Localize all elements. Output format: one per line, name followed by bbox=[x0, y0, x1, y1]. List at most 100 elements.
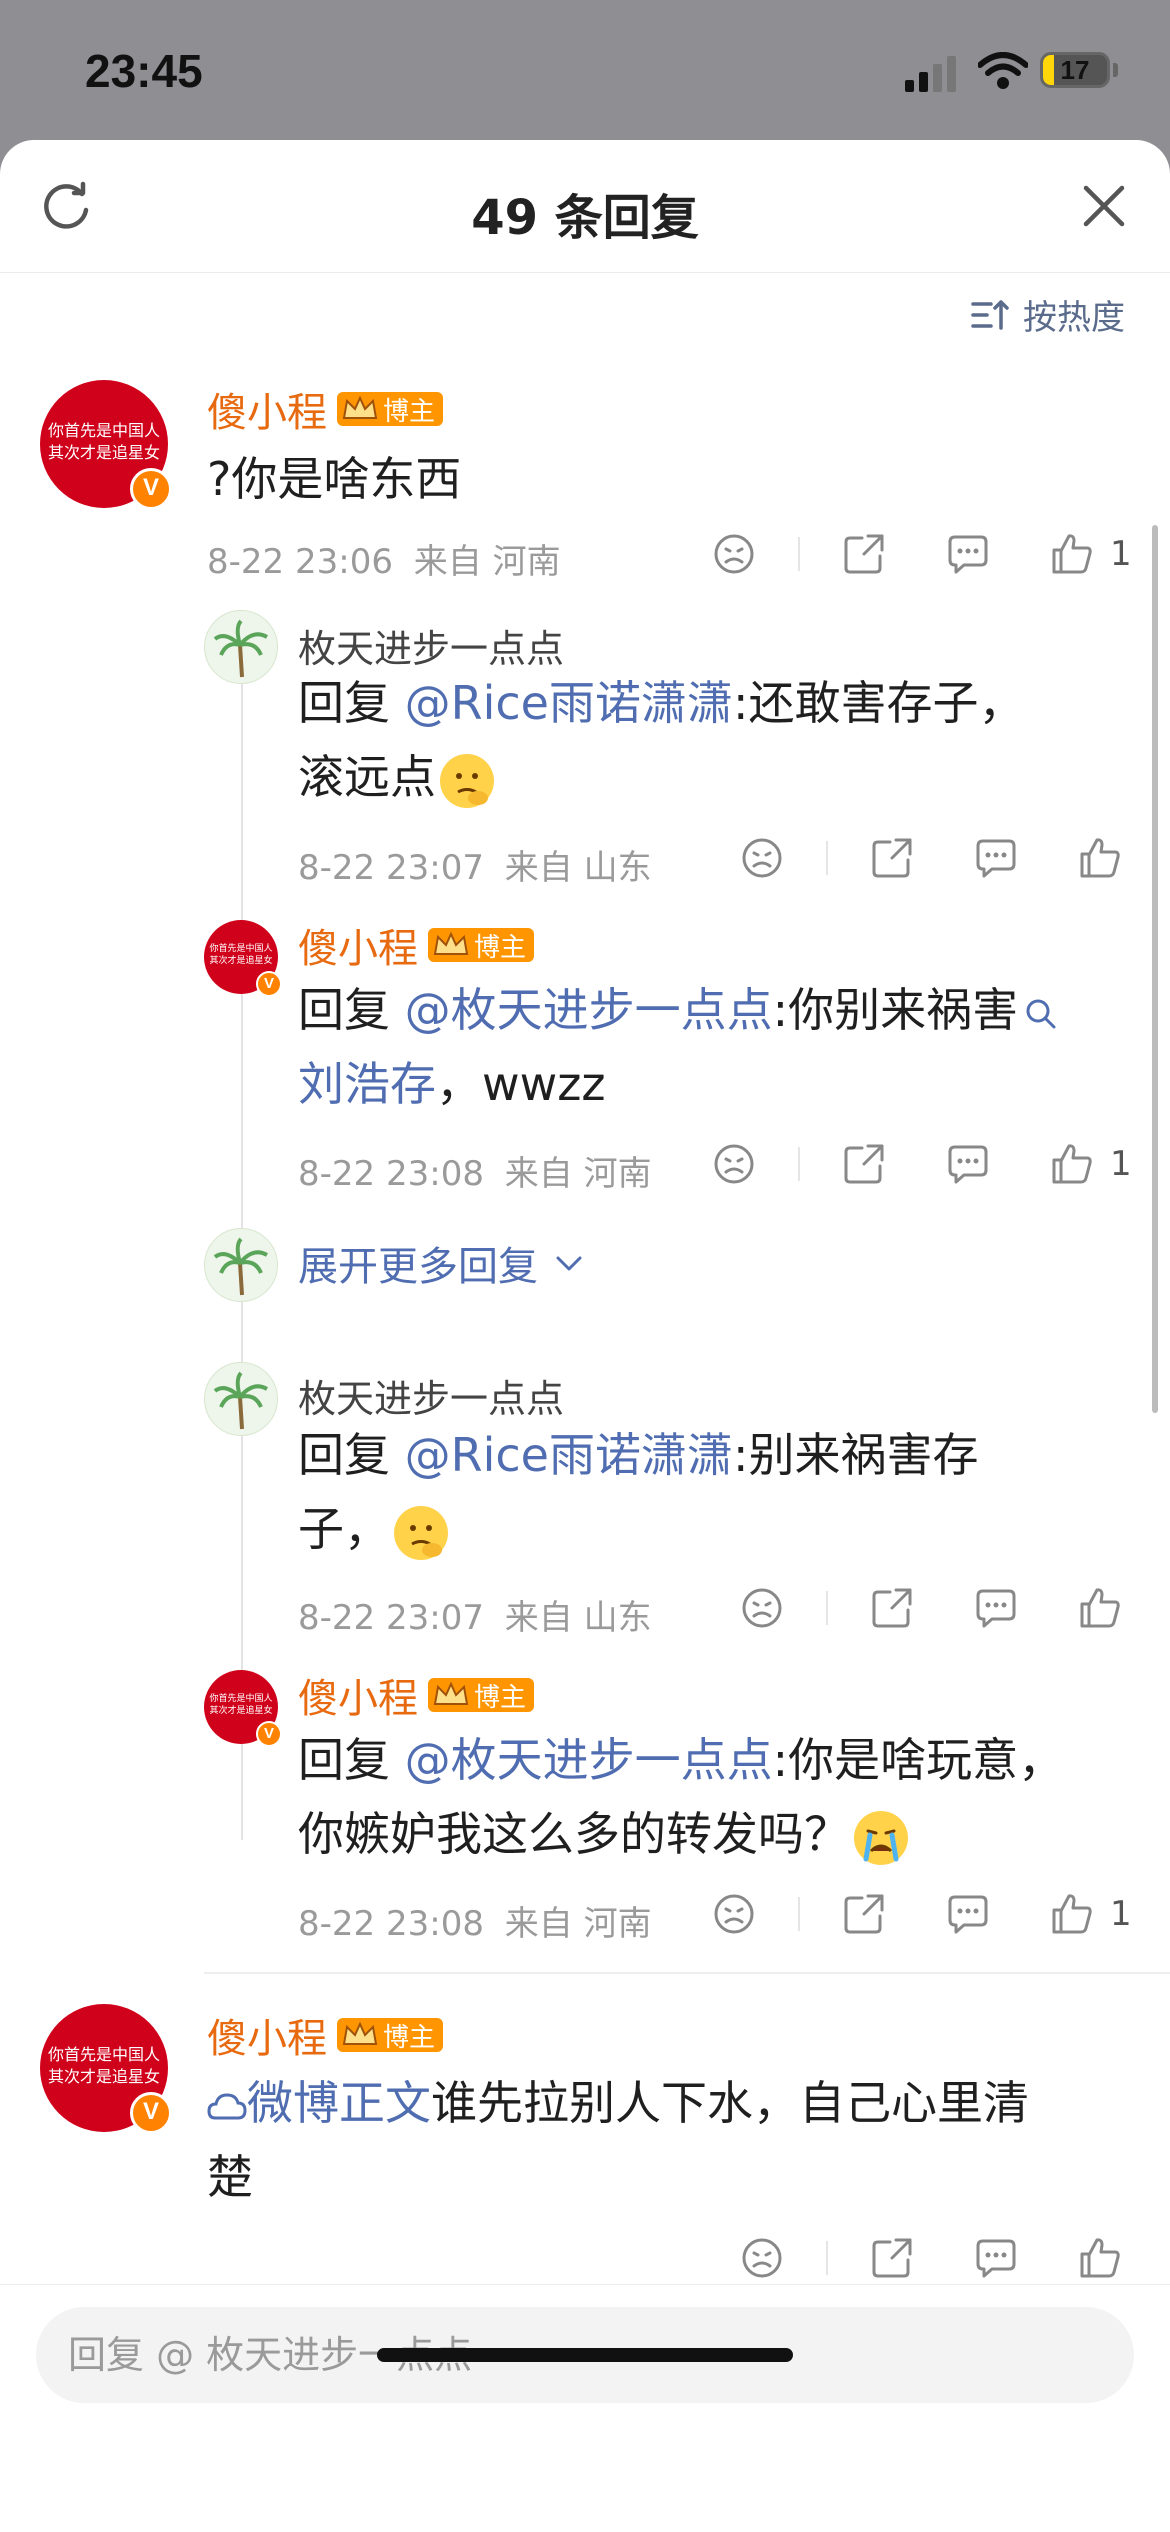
separator bbox=[826, 2241, 828, 2275]
share-icon[interactable] bbox=[840, 1890, 888, 1938]
avatar[interactable]: 你首先是中国人 其次才是追星女 V bbox=[204, 920, 282, 997]
avatar-text-line1: 你首先是中国人 bbox=[209, 1694, 273, 1704]
reply-author[interactable]: 枚天进步一点点 bbox=[298, 618, 564, 673]
weibo-post-link[interactable]: 微博正文 bbox=[247, 2076, 431, 2130]
avatar-text-line2: 其次才是追星女 bbox=[47, 443, 160, 462]
reply-text: 回复 @Rice雨诺潇潇:别来祸害存 子， bbox=[298, 1418, 1118, 1566]
comment-icon[interactable] bbox=[972, 2234, 1020, 2282]
reply-text: 回复 @枚天进步一点点:你是啥玩意， 你嫉妒我这么多的转发吗？ bbox=[298, 1723, 1138, 1871]
comment-icon[interactable] bbox=[972, 834, 1020, 882]
blogger-badge: 博主 bbox=[337, 392, 444, 427]
reply-text-line1: :别来祸害存 bbox=[732, 1428, 979, 1482]
dislike-icon[interactable] bbox=[738, 1584, 786, 1632]
like-icon[interactable] bbox=[1048, 1890, 1096, 1938]
reply-location: 来自 山东 bbox=[504, 1598, 652, 1638]
avatar[interactable] bbox=[204, 610, 278, 684]
home-indicator[interactable] bbox=[377, 2348, 793, 2362]
mention-link[interactable]: @枚天进步一点点 bbox=[405, 983, 773, 1037]
reply-prefix: 回复 bbox=[298, 983, 405, 1037]
avatar-text-line1: 你首先是中国人 bbox=[209, 944, 273, 954]
avatar[interactable]: 你首先是中国人 其次才是追星女 V bbox=[40, 380, 172, 510]
reply-author[interactable]: 傻小程 博主 bbox=[298, 1666, 535, 1724]
reply-text-line2: 滚远点 bbox=[298, 750, 436, 804]
like-count: 1 bbox=[1110, 1894, 1132, 1934]
avatar[interactable]: 你首先是中国人 其次才是追星女 V bbox=[204, 1670, 282, 1747]
comment-meta: 8-22 23:06 来自 河南 bbox=[207, 534, 561, 583]
sheet-title: 49 条回复 bbox=[471, 190, 699, 246]
reply-bar bbox=[0, 2284, 1170, 2532]
dislike-icon[interactable] bbox=[710, 530, 758, 578]
comment-actions: 1 bbox=[710, 530, 1132, 578]
avatar-text-line1: 你首先是中国人 bbox=[47, 421, 160, 440]
verified-badge: V bbox=[130, 468, 172, 510]
reply-action-bar: 1 bbox=[710, 1890, 1132, 1938]
like-count: 1 bbox=[1110, 1144, 1132, 1184]
comment-icon[interactable] bbox=[972, 1584, 1020, 1632]
scrollbar[interactable] bbox=[1152, 525, 1158, 1413]
like-icon[interactable] bbox=[1048, 1140, 1096, 1188]
share-icon[interactable] bbox=[868, 1584, 916, 1632]
weibo-link-icon bbox=[207, 2092, 247, 2119]
replies-sheet: 49 条回复 按热度 你首先是中国人 其次才是追星女 V 傻小程 博主 ?你是啥… bbox=[0, 140, 1170, 2532]
dislike-icon[interactable] bbox=[710, 1140, 758, 1188]
topic-link[interactable]: 刘浩存 bbox=[298, 1057, 436, 1111]
dislike-icon[interactable] bbox=[710, 1890, 758, 1938]
reply-text-line1: :还敢害存子， bbox=[732, 676, 1025, 730]
reply-text-line1: :你别来祸害 bbox=[772, 983, 1019, 1037]
comment-icon[interactable] bbox=[944, 530, 992, 578]
crown-icon bbox=[433, 931, 469, 955]
mention-link[interactable]: @Rice雨诺潇潇 bbox=[405, 1428, 733, 1482]
mention-link[interactable]: @枚天进步一点点 bbox=[405, 1733, 773, 1787]
share-icon[interactable] bbox=[868, 2234, 916, 2282]
reply-text-line2: 你嫉妒我这么多的转发吗？ bbox=[298, 1807, 850, 1861]
like-icon[interactable] bbox=[1048, 530, 1096, 578]
battery-cap bbox=[1113, 63, 1118, 77]
like-count: 1 bbox=[1110, 534, 1132, 574]
comment-actions bbox=[738, 2234, 1124, 2282]
like-icon[interactable] bbox=[1076, 834, 1124, 882]
comment-text-line2: 楚 bbox=[207, 2150, 253, 2204]
comment-text: ?你是啥东西 bbox=[207, 452, 462, 506]
mention-link[interactable]: @Rice雨诺潇潇 bbox=[405, 676, 733, 730]
palm-tree-icon bbox=[213, 1371, 268, 1430]
reply-author[interactable]: 傻小程 博主 bbox=[298, 916, 535, 974]
separator bbox=[798, 537, 800, 571]
wifi-icon bbox=[978, 52, 1028, 89]
thinking-emoji-icon bbox=[440, 753, 494, 808]
share-icon[interactable] bbox=[868, 834, 916, 882]
reply-author[interactable]: 枚天进步一点点 bbox=[298, 1368, 564, 1423]
dislike-icon[interactable] bbox=[738, 834, 786, 882]
share-icon[interactable] bbox=[840, 530, 888, 578]
reply-action-bar bbox=[738, 834, 1124, 882]
reply-time: 8-22 23:07 bbox=[298, 1598, 484, 1638]
share-icon[interactable] bbox=[840, 1140, 888, 1188]
author-name: 傻小程 bbox=[207, 2016, 327, 2062]
verified-badge: V bbox=[256, 1721, 282, 1747]
reply-text: 回复 @Rice雨诺潇潇:还敢害存子， 滚远点 bbox=[298, 666, 1118, 814]
avatar[interactable] bbox=[204, 1228, 278, 1302]
expand-more-replies[interactable]: 展开更多回复 bbox=[298, 1234, 586, 1292]
comment-author[interactable]: 傻小程 博主 bbox=[207, 380, 444, 438]
comment-author[interactable]: 傻小程 博主 bbox=[207, 2006, 444, 2064]
avatar[interactable] bbox=[204, 1362, 278, 1436]
dislike-icon[interactable] bbox=[738, 2234, 786, 2282]
reply-prefix: 回复 bbox=[298, 676, 405, 730]
like-icon[interactable] bbox=[1076, 2234, 1124, 2282]
close-icon[interactable] bbox=[1078, 180, 1130, 232]
chevron-down-icon bbox=[556, 1256, 582, 1271]
comment-icon[interactable] bbox=[944, 1140, 992, 1188]
crown-icon bbox=[433, 1681, 469, 1705]
comment-icon[interactable] bbox=[944, 1890, 992, 1938]
sort-button[interactable]: 按热度 bbox=[971, 290, 1125, 339]
avatar[interactable]: 你首先是中国人 其次才是追星女 V bbox=[40, 2004, 172, 2134]
comment-text: 微博正文谁先拉别人下水，自己心里清 楚 bbox=[207, 2066, 1127, 2214]
reply-meta: 8-22 23:07 来自 山东 bbox=[298, 1590, 652, 1639]
reply-meta: 8-22 23:07 来自 山东 bbox=[298, 840, 652, 889]
like-icon[interactable] bbox=[1076, 1584, 1124, 1632]
avatar-text-line2: 其次才是追星女 bbox=[209, 1706, 273, 1716]
reply-text-line2: 子， bbox=[298, 1502, 390, 1556]
avatar-text-line2: 其次才是追星女 bbox=[209, 956, 273, 966]
separator bbox=[826, 1591, 828, 1625]
sort-icon bbox=[971, 299, 1009, 330]
expand-more-label: 展开更多回复 bbox=[298, 1244, 538, 1290]
